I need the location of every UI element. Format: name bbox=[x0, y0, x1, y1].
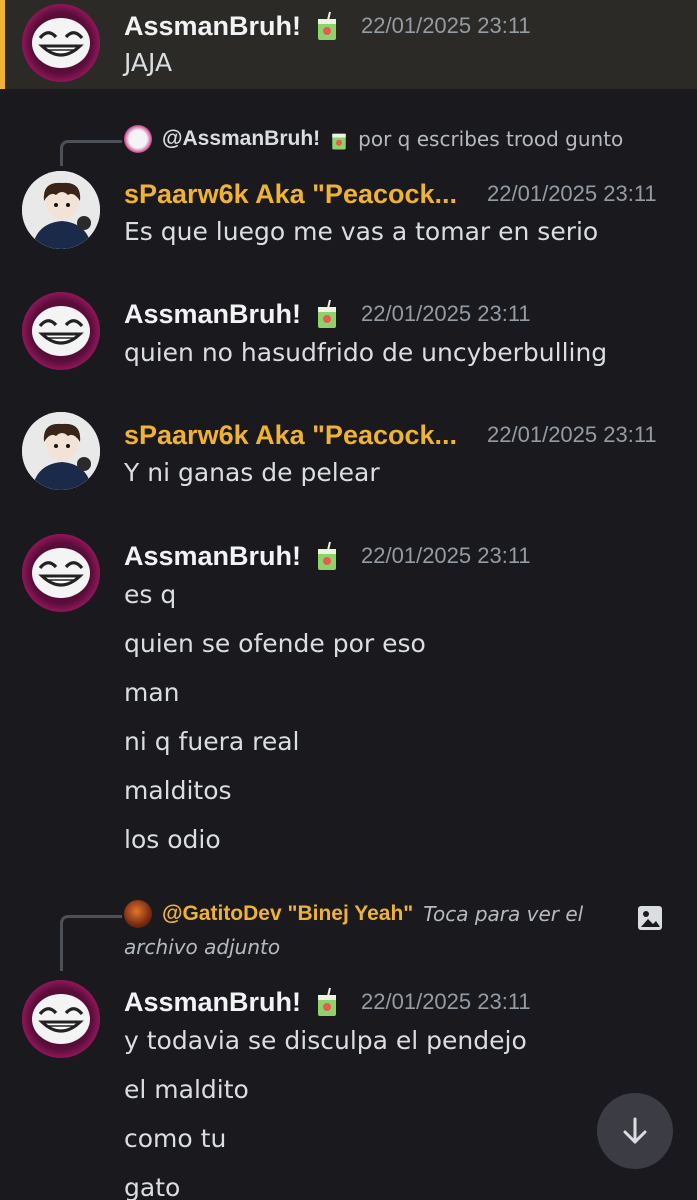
timestamp: 22/01/2025 23:11 bbox=[487, 181, 657, 206]
smiley-face-icon bbox=[32, 18, 90, 68]
cartoon-avatar-icon bbox=[22, 171, 100, 249]
timestamp: 22/01/2025 23:11 bbox=[361, 301, 531, 326]
juice-box-icon bbox=[330, 127, 348, 151]
reply-author[interactable]: @AssmanBruh! bbox=[162, 127, 320, 151]
chat-messages[interactable]: AssmanBruh! 22/01/2025 23:11 JAJA @Assma… bbox=[0, 0, 697, 1200]
message-text: JAJA bbox=[124, 48, 173, 77]
author-name[interactable]: AssmanBruh! bbox=[124, 987, 301, 1018]
smiley-face-icon bbox=[32, 306, 90, 356]
message[interactable]: AssmanBruh! 22/01/2025 23:11 es q quien … bbox=[0, 522, 697, 872]
message[interactable]: sPaarw6k Aka "Peacock... 22/01/2025 23:1… bbox=[0, 400, 697, 510]
avatar[interactable] bbox=[22, 412, 100, 490]
juice-box-icon bbox=[315, 987, 339, 1017]
juice-box-icon bbox=[315, 299, 339, 329]
timestamp: 22/01/2025 23:11 bbox=[361, 989, 531, 1014]
reply-connector bbox=[60, 140, 122, 166]
image-attachment-icon[interactable] bbox=[636, 904, 664, 932]
message[interactable]: AssmanBruh! 22/01/2025 23:11 JAJA bbox=[0, 0, 697, 89]
reply-avatar bbox=[124, 900, 152, 928]
message-text: ni q fuera real bbox=[124, 727, 300, 756]
avatar[interactable] bbox=[22, 292, 100, 370]
message-text: quien se ofende por eso bbox=[124, 629, 426, 658]
avatar[interactable] bbox=[22, 171, 100, 249]
smiley-face-icon bbox=[32, 548, 90, 598]
message-text: y todavia se disculpa el pendejo bbox=[124, 1026, 527, 1055]
message-text: es q bbox=[124, 580, 177, 609]
smiley-face-icon bbox=[32, 994, 90, 1044]
timestamp: 22/01/2025 23:11 bbox=[487, 422, 657, 447]
message-text: man bbox=[124, 678, 180, 707]
cartoon-avatar-icon bbox=[22, 412, 100, 490]
author-name[interactable]: AssmanBruh! bbox=[124, 299, 301, 330]
juice-box-icon bbox=[315, 541, 339, 571]
message-text: como tu bbox=[124, 1124, 227, 1153]
message-text: el maldito bbox=[124, 1075, 249, 1104]
reply-text-continued: archivo adjunto bbox=[124, 935, 281, 959]
reply-preview[interactable]: @GatitoDev "Binej Yeah" Toca para ver el bbox=[124, 900, 583, 928]
timestamp: 22/01/2025 23:11 bbox=[361, 543, 531, 568]
message[interactable]: @AssmanBruh! por q escribes trood gunto … bbox=[0, 89, 697, 264]
message-text: Y ni ganas de pelear bbox=[124, 458, 380, 487]
avatar[interactable] bbox=[22, 534, 100, 612]
message-text: quien no hasudfrido de uncyberbulling bbox=[124, 338, 608, 367]
message-text: gato bbox=[124, 1173, 181, 1200]
reply-avatar bbox=[124, 125, 152, 153]
author-name[interactable]: sPaarw6k Aka "Peacock... bbox=[124, 179, 457, 210]
author-name[interactable]: AssmanBruh! bbox=[124, 11, 301, 42]
reply-preview[interactable]: @AssmanBruh! por q escribes trood gunto bbox=[124, 125, 623, 153]
message-text: los odio bbox=[124, 825, 221, 854]
avatar[interactable] bbox=[22, 980, 100, 1058]
message-text: Es que luego me vas a tomar en serio bbox=[124, 217, 599, 246]
message[interactable]: @GatitoDev "Binej Yeah" Toca para ver el… bbox=[0, 890, 697, 1200]
message[interactable]: AssmanBruh! 22/01/2025 23:11 quien no ha… bbox=[0, 280, 697, 390]
scroll-to-bottom-button[interactable] bbox=[597, 1093, 673, 1169]
author-name[interactable]: sPaarw6k Aka "Peacock... bbox=[124, 420, 457, 451]
reply-connector bbox=[60, 915, 122, 971]
avatar[interactable] bbox=[22, 4, 100, 82]
arrow-down-icon bbox=[623, 1117, 647, 1144]
reply-text: por q escribes trood gunto bbox=[358, 127, 624, 151]
message-text: malditos bbox=[124, 776, 232, 805]
juice-box-icon bbox=[315, 11, 339, 41]
author-name[interactable]: AssmanBruh! bbox=[124, 541, 301, 572]
reply-author[interactable]: @GatitoDev "Binej Yeah" bbox=[162, 902, 413, 926]
timestamp: 22/01/2025 23:11 bbox=[361, 13, 531, 38]
reply-text: Toca para ver el bbox=[423, 902, 584, 926]
